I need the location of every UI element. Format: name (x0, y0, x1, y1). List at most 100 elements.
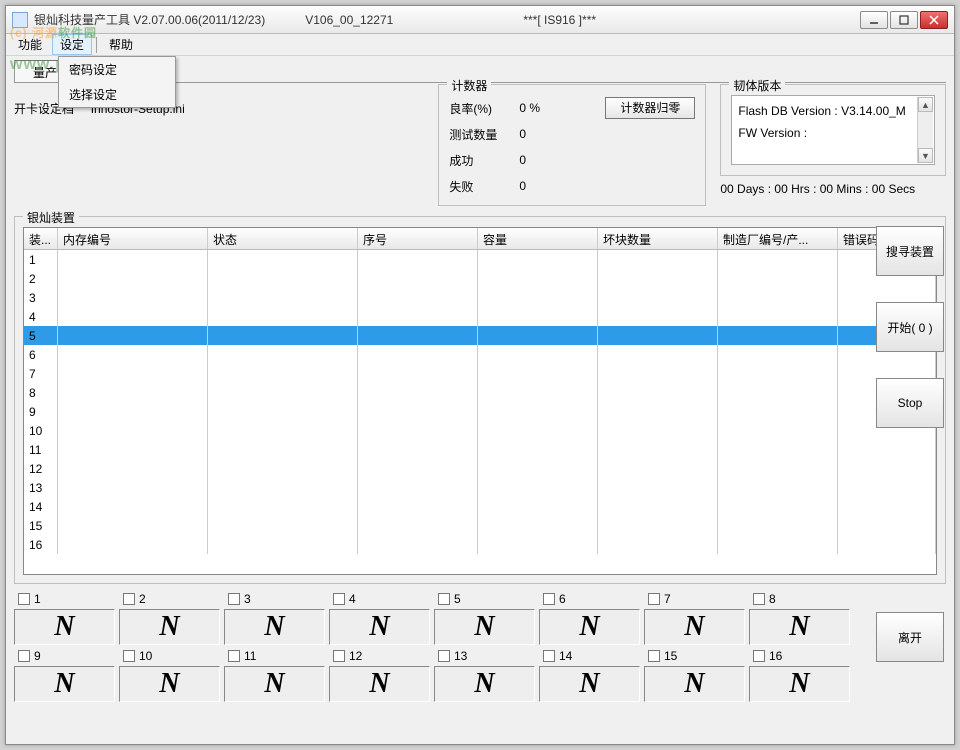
table-row[interactable]: 3 (24, 288, 936, 307)
fail-label: 失败 (449, 178, 519, 195)
dropdown-select[interactable]: 选择设定 (59, 82, 175, 107)
side-buttons: 搜寻装置 开始( 0 ) Stop 离开 (874, 226, 946, 504)
table-row[interactable]: 6 (24, 345, 936, 364)
rate-label: 良率(%) (449, 100, 519, 117)
slot-check-2[interactable]: 2 (119, 592, 220, 606)
slot-check-11[interactable]: 11 (224, 649, 325, 663)
maximize-button[interactable] (890, 11, 918, 29)
checkbox-icon[interactable] (438, 593, 450, 605)
checkbox-icon[interactable] (228, 650, 240, 662)
slot-status-text: N (369, 611, 389, 643)
tested-value: 0 (519, 127, 569, 141)
counter-zero-button[interactable]: 计数器归零 (605, 97, 695, 119)
slot-check-16[interactable]: 16 (749, 649, 850, 663)
slot-status-text: N (789, 611, 809, 643)
menu-help[interactable]: 帮助 (101, 34, 141, 55)
fw-version: FW Version : (738, 122, 928, 144)
fail-value: 0 (519, 179, 569, 193)
slot-check-14[interactable]: 14 (539, 649, 640, 663)
table-row[interactable]: 5 (24, 326, 936, 345)
slot-status-5: N (434, 609, 535, 645)
table-row[interactable]: 16 (24, 535, 936, 554)
table-row[interactable]: 12 (24, 459, 936, 478)
stop-button[interactable]: Stop (876, 378, 944, 428)
checkbox-icon[interactable] (333, 650, 345, 662)
flash-db-version: Flash DB Version : V3.14.00_M (738, 100, 928, 122)
col-badblocks[interactable]: 坏块数量 (598, 228, 718, 249)
checkbox-icon[interactable] (753, 650, 765, 662)
counter-title: 计数器 (447, 77, 491, 94)
slot-label: 9 (34, 649, 41, 663)
close-button[interactable] (920, 11, 948, 29)
checkbox-icon[interactable] (543, 650, 555, 662)
slot-status-text: N (579, 668, 599, 700)
col-capacity[interactable]: 容量 (478, 228, 598, 249)
start-button[interactable]: 开始( 0 ) (876, 302, 944, 352)
table-row[interactable]: 8 (24, 383, 936, 402)
table-row[interactable]: 4 (24, 307, 936, 326)
checkbox-icon[interactable] (438, 650, 450, 662)
col-mfg[interactable]: 制造厂编号/产... (718, 228, 838, 249)
slot-status-text: N (264, 668, 284, 700)
menu-functions[interactable]: 功能 (10, 34, 50, 55)
menu-settings[interactable]: 设定 (52, 34, 92, 55)
slot-check-3[interactable]: 3 (224, 592, 325, 606)
table-row[interactable]: 11 (24, 440, 936, 459)
checkbox-icon[interactable] (123, 593, 135, 605)
row-num: 10 (24, 421, 58, 440)
slot-check-10[interactable]: 10 (119, 649, 220, 663)
checkbox-icon[interactable] (333, 593, 345, 605)
tested-label: 测试数量 (449, 126, 519, 143)
slot-check-15[interactable]: 15 (644, 649, 745, 663)
ok-value: 0 (519, 153, 569, 167)
slot-status-13: N (434, 666, 535, 702)
table-row[interactable]: 2 (24, 269, 936, 288)
slot-check-8[interactable]: 8 (749, 592, 850, 606)
slot-status-text: N (474, 668, 494, 700)
table-row[interactable]: 9 (24, 402, 936, 421)
menu-separator (96, 37, 97, 53)
slot-status-text: N (54, 668, 74, 700)
checkbox-icon[interactable] (648, 650, 660, 662)
col-device[interactable]: 装... (24, 228, 58, 249)
checkbox-icon[interactable] (753, 593, 765, 605)
slot-check-1[interactable]: 1 (14, 592, 115, 606)
slot-label: 12 (349, 649, 362, 663)
table-row[interactable]: 13 (24, 478, 936, 497)
scroll-down-icon[interactable]: ▼ (918, 148, 933, 163)
slot-check-12[interactable]: 12 (329, 649, 430, 663)
row-num: 4 (24, 307, 58, 326)
checkbox-icon[interactable] (648, 593, 660, 605)
slot-status-11: N (224, 666, 325, 702)
table-row[interactable]: 15 (24, 516, 936, 535)
checkbox-icon[interactable] (228, 593, 240, 605)
checkbox-icon[interactable] (123, 650, 135, 662)
slot-status-text: N (684, 668, 704, 700)
table-row[interactable]: 1 (24, 250, 936, 269)
version-scrollbar[interactable]: ▲ ▼ (917, 97, 933, 163)
slot-check-9[interactable]: 9 (14, 649, 115, 663)
exit-button[interactable]: 离开 (876, 612, 944, 662)
slot-check-13[interactable]: 13 (434, 649, 535, 663)
table-row[interactable]: 10 (24, 421, 936, 440)
col-status[interactable]: 状态 (208, 228, 358, 249)
table-row[interactable]: 14 (24, 497, 936, 516)
dropdown-password[interactable]: 密码设定 (59, 57, 175, 82)
col-memid[interactable]: 内存编号 (58, 228, 208, 249)
scroll-up-icon[interactable]: ▲ (918, 97, 933, 112)
slot-check-7[interactable]: 7 (644, 592, 745, 606)
slot-label: 16 (769, 649, 782, 663)
slot-check-5[interactable]: 5 (434, 592, 535, 606)
minimize-button[interactable] (860, 11, 888, 29)
menubar: 功能 设定 帮助 (6, 34, 954, 56)
slot-check-6[interactable]: 6 (539, 592, 640, 606)
checkbox-icon[interactable] (543, 593, 555, 605)
checkbox-icon[interactable] (18, 593, 30, 605)
table-row[interactable]: 7 (24, 364, 936, 383)
slot-check-4[interactable]: 4 (329, 592, 430, 606)
slot-label: 2 (139, 592, 146, 606)
checkbox-icon[interactable] (18, 650, 30, 662)
col-serial[interactable]: 序号 (358, 228, 478, 249)
row-num: 16 (24, 535, 58, 554)
search-devices-button[interactable]: 搜寻装置 (876, 226, 944, 276)
